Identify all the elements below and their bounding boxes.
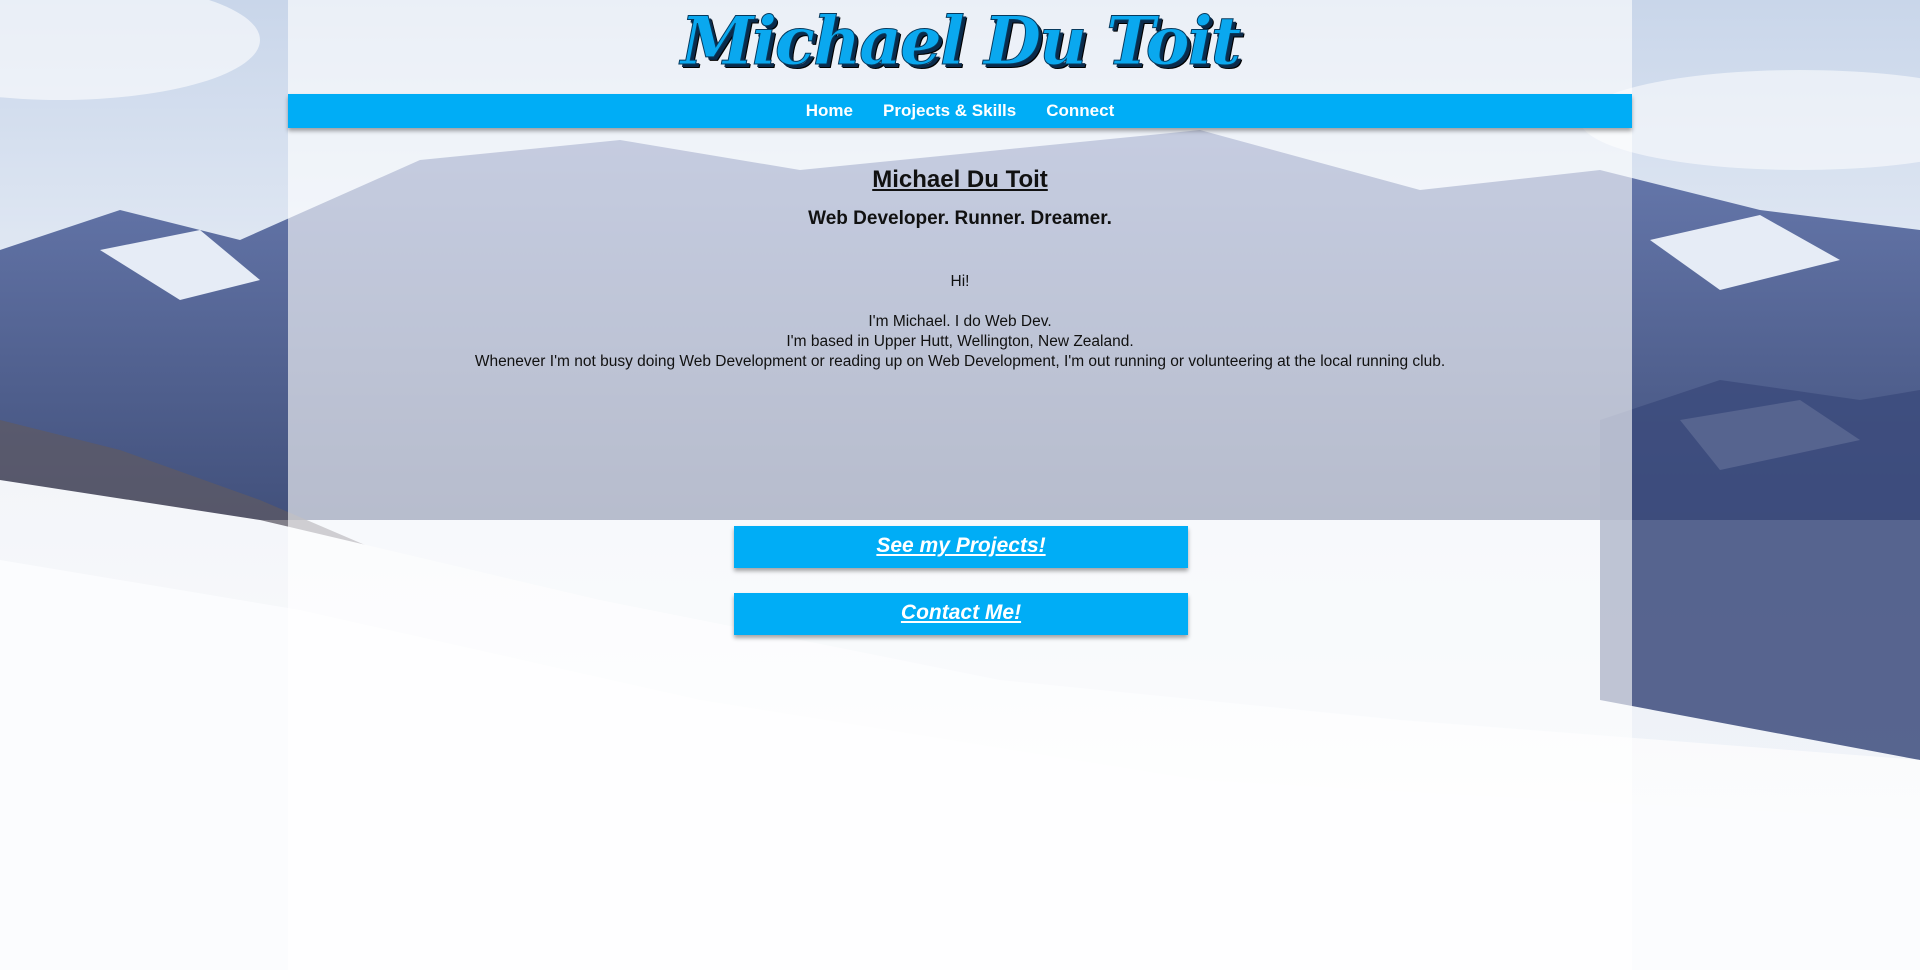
contact-me-button[interactable]: Contact Me! <box>734 593 1188 635</box>
nav-item-projects-skills[interactable]: Projects & Skills <box>868 101 1031 121</box>
intro-line: I'm Michael. I do Web Dev. <box>868 313 1052 330</box>
nav-item-home[interactable]: Home <box>791 101 868 121</box>
intro-line: I'm based in Upper Hutt, Wellington, New… <box>786 333 1134 350</box>
page-title: Michael Du Toit <box>872 166 1048 193</box>
intro-line: Whenever I'm not busy doing Web Developm… <box>474 353 1446 370</box>
page-container: Michael Du Toit Home Projects & Skills C… <box>288 0 1632 970</box>
site-logo[interactable]: Michael Du Toit <box>288 8 1632 75</box>
intro-paragraph: I'm Michael. I do Web Dev. I'm based in … <box>288 312 1632 372</box>
nav-item-connect[interactable]: Connect <box>1031 101 1129 121</box>
main-navbar: Home Projects & Skills Connect <box>288 94 1632 128</box>
see-projects-button[interactable]: See my Projects! <box>734 526 1188 568</box>
greeting-text: Hi! <box>950 273 970 290</box>
intro-section: Michael Du Toit Web Developer. Runner. D… <box>288 160 1632 372</box>
tagline: Web Developer. Runner. Dreamer. <box>808 208 1112 229</box>
